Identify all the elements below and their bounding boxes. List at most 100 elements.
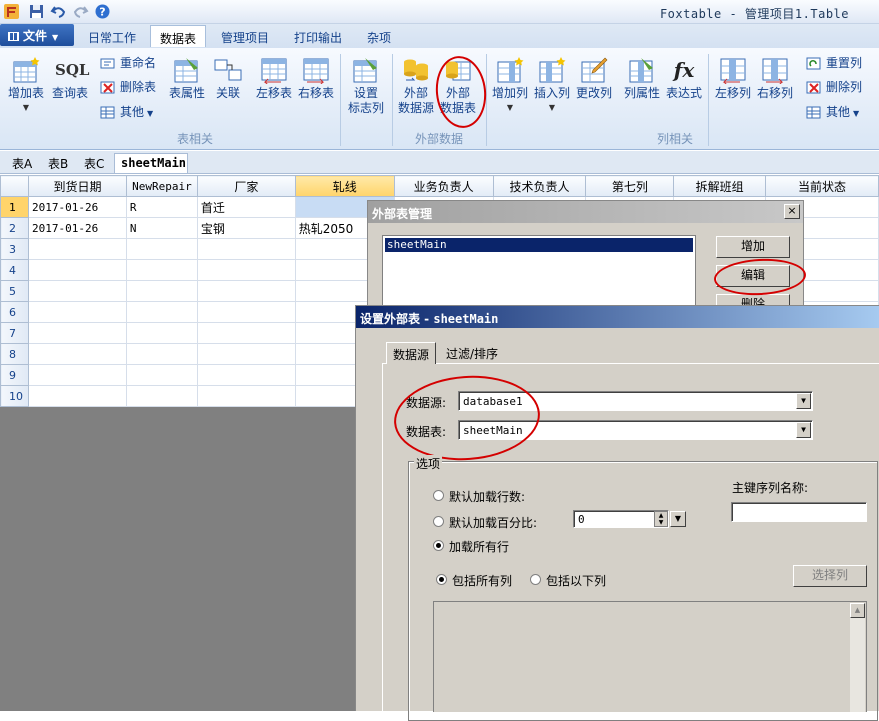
table-cell[interactable] bbox=[27, 238, 127, 260]
insert-column-button[interactable]: 插入列 ▼ bbox=[530, 56, 574, 115]
scrollbar[interactable]: ▲ bbox=[850, 603, 865, 712]
primary-key-input[interactable] bbox=[731, 502, 867, 522]
select-columns-button[interactable]: 选择列 bbox=[793, 565, 867, 587]
table-cell[interactable] bbox=[125, 322, 198, 344]
sheet-tab-c[interactable]: 表C bbox=[84, 153, 104, 173]
table-cell[interactable] bbox=[27, 322, 127, 344]
table-cell[interactable] bbox=[125, 238, 198, 260]
tab-data-table[interactable]: 数据表 bbox=[150, 25, 206, 47]
chevron-down-icon[interactable]: ▼ bbox=[670, 511, 686, 527]
table-cell[interactable] bbox=[125, 385, 198, 407]
datasource-select[interactable]: database1 ▼ bbox=[458, 391, 813, 411]
tab-manage-project[interactable]: 管理项目 bbox=[212, 25, 278, 47]
table-cell[interactable] bbox=[196, 280, 296, 302]
column-header[interactable]: 业务负责人 bbox=[393, 175, 494, 197]
tab-print-output[interactable]: 打印输出 bbox=[285, 25, 351, 47]
external-datasource-button[interactable]: 外部 数据源 bbox=[394, 56, 438, 116]
table-cell[interactable]: N bbox=[125, 217, 198, 239]
sheet-tab-b[interactable]: 表B bbox=[48, 153, 68, 173]
radio-default-percent[interactable] bbox=[433, 516, 444, 527]
table-cell[interactable] bbox=[196, 385, 296, 407]
row-number[interactable]: 9 bbox=[0, 364, 29, 386]
radio-default-rows[interactable] bbox=[433, 490, 444, 501]
set-flag-column-button[interactable]: 设置 标志列 bbox=[344, 56, 388, 116]
spin-button[interactable]: ▲ ▼ bbox=[654, 511, 668, 527]
column-header[interactable]: 厂家 bbox=[196, 175, 296, 197]
row-number[interactable]: 2 bbox=[0, 217, 29, 239]
query-table-button[interactable]: SQL 查询表 bbox=[48, 56, 92, 101]
datatable-select[interactable]: sheetMain ▼ bbox=[458, 420, 813, 440]
column-header[interactable]: 拆解班组 bbox=[673, 175, 767, 197]
table-cell[interactable] bbox=[125, 280, 198, 302]
spin-up-icon[interactable]: ▲ bbox=[659, 512, 664, 519]
close-icon[interactable]: × bbox=[784, 204, 800, 219]
table-cell[interactable] bbox=[27, 259, 127, 281]
table-cell[interactable] bbox=[196, 322, 296, 344]
column-list[interactable] bbox=[433, 601, 867, 712]
sheet-tab-main[interactable]: sheetMain bbox=[114, 153, 188, 173]
add-button[interactable]: 增加 bbox=[716, 236, 790, 258]
undo-icon[interactable] bbox=[50, 3, 67, 20]
spin-down-icon[interactable]: ▼ bbox=[659, 519, 664, 526]
table-cell[interactable]: R bbox=[125, 196, 198, 218]
add-column-button[interactable]: 增加列 ▼ bbox=[488, 56, 532, 115]
column-header[interactable]: NewRepair bbox=[125, 175, 198, 197]
move-table-right-button[interactable]: 右移表 bbox=[296, 56, 336, 101]
column-header[interactable]: 轧线 bbox=[294, 175, 395, 197]
table-cell[interactable] bbox=[196, 343, 296, 365]
tab-data-source[interactable]: 数据源 bbox=[386, 342, 437, 364]
table-cell[interactable]: 2017-01-26 bbox=[27, 217, 127, 239]
expression-button[interactable]: fx 表达式 bbox=[664, 56, 704, 101]
chevron-down-icon[interactable]: ▼ bbox=[796, 393, 811, 409]
edit-button[interactable]: 编辑 bbox=[716, 265, 790, 287]
move-column-right-button[interactable]: 右移列 bbox=[754, 56, 796, 101]
sheet-tab-a[interactable]: 表A bbox=[12, 153, 32, 173]
table-cell[interactable] bbox=[196, 238, 296, 260]
row-number[interactable]: 10 bbox=[0, 385, 29, 407]
table-cell[interactable]: 首迁 bbox=[196, 196, 296, 218]
radio-load-all-rows[interactable] bbox=[433, 540, 444, 551]
change-column-button[interactable]: 更改列 bbox=[572, 56, 616, 101]
column-header[interactable]: 到货日期 bbox=[27, 175, 127, 197]
move-table-left-button[interactable]: 左移表 bbox=[254, 56, 294, 101]
rename-table-button[interactable]: 重命名 bbox=[100, 54, 156, 74]
row-number[interactable]: 1 bbox=[0, 196, 29, 218]
relation-button[interactable]: 关联 bbox=[210, 56, 246, 101]
column-header[interactable]: 当前状态 bbox=[765, 175, 879, 197]
row-number[interactable]: 3 bbox=[0, 238, 29, 260]
tab-filter-sort[interactable]: 过滤/排序 bbox=[440, 342, 504, 364]
move-column-left-button[interactable]: 左移列 bbox=[712, 56, 754, 101]
table-cell[interactable]: 宝钢 bbox=[196, 217, 296, 239]
other-column-button[interactable]: 其他 ▼ bbox=[806, 103, 859, 123]
delete-table-button[interactable]: 删除表 bbox=[100, 78, 156, 98]
table-cell[interactable] bbox=[196, 364, 296, 386]
table-cell[interactable] bbox=[27, 301, 127, 323]
redo-icon[interactable] bbox=[72, 3, 89, 20]
table-cell[interactable] bbox=[125, 259, 198, 281]
table-cell[interactable] bbox=[125, 364, 198, 386]
row-number[interactable]: 6 bbox=[0, 301, 29, 323]
row-number[interactable]: 7 bbox=[0, 322, 29, 344]
row-number[interactable]: 5 bbox=[0, 280, 29, 302]
file-menu-button[interactable]: 文件 ▼ bbox=[0, 24, 74, 46]
tab-misc[interactable]: 杂项 bbox=[358, 25, 400, 47]
list-item[interactable]: sheetMain bbox=[385, 238, 693, 252]
table-cell[interactable] bbox=[27, 364, 127, 386]
other-table-button[interactable]: 其他 ▼ bbox=[100, 103, 153, 123]
tab-daily-work[interactable]: 日常工作 bbox=[80, 25, 144, 47]
column-header[interactable]: 第七列 bbox=[585, 175, 675, 197]
row-number[interactable]: 8 bbox=[0, 343, 29, 365]
chevron-down-icon[interactable]: ▼ bbox=[796, 422, 811, 438]
table-cell[interactable]: 2017-01-26 bbox=[27, 196, 127, 218]
help-icon[interactable]: ? bbox=[94, 3, 111, 20]
table-properties-button[interactable]: 表属性 bbox=[164, 56, 210, 101]
save-icon[interactable] bbox=[28, 3, 45, 20]
radio-include-all-cols[interactable] bbox=[436, 574, 447, 585]
delete-column-button[interactable]: 删除列 bbox=[806, 78, 862, 98]
radio-include-following-cols[interactable] bbox=[530, 574, 541, 585]
table-cell[interactable] bbox=[125, 343, 198, 365]
grid-corner[interactable] bbox=[0, 175, 29, 197]
external-table-button[interactable]: 外部 数据表 bbox=[438, 56, 478, 116]
table-cell[interactable] bbox=[27, 385, 127, 407]
reset-column-button[interactable]: 重置列 bbox=[806, 54, 862, 74]
